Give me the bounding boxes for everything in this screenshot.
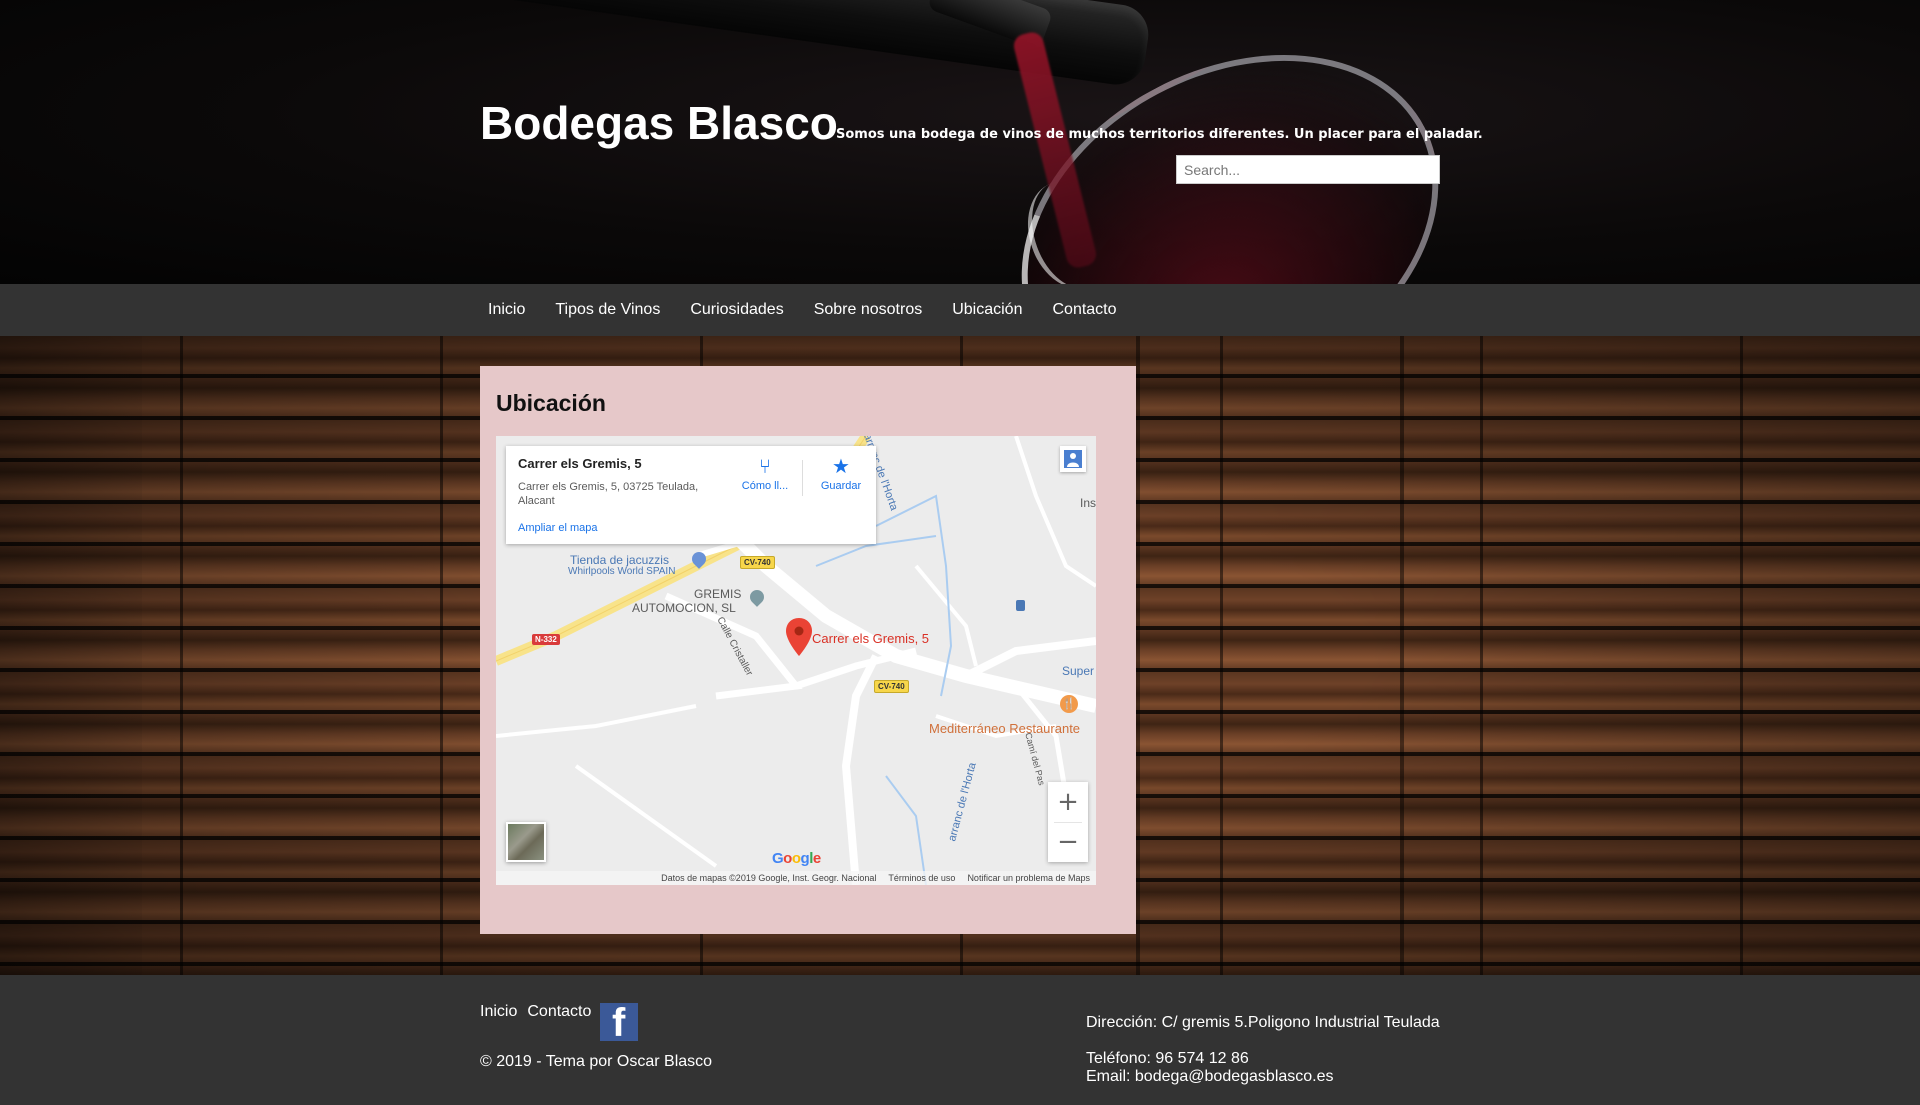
search-input[interactable] [1176, 155, 1440, 184]
map-data-attribution: Datos de mapas ©2019 Google, Inst. Geogr… [661, 873, 877, 883]
google-logo: Google [772, 850, 821, 867]
embedded-map[interactable]: CV-740 CV-740 N-332 Tienda de jacuzzis W… [496, 436, 1096, 885]
satellite-view-button[interactable] [506, 822, 546, 862]
nav-item-curiosidades[interactable]: Curiosidades [675, 301, 798, 319]
info-divider [802, 460, 803, 496]
poi-super[interactable]: Super [1062, 664, 1094, 678]
zoom-out-button[interactable]: − [1048, 822, 1088, 862]
facebook-icon[interactable]: f [600, 1003, 638, 1041]
poi-jacuzzis-sub[interactable]: Whirlpools World SPAIN [568, 566, 675, 577]
site-title[interactable]: Bodegas Blasco [480, 96, 838, 150]
road-badge-cv740: CV-740 [740, 556, 775, 569]
poi-gremis-line2[interactable]: AUTOMOCION, SL [632, 601, 736, 615]
email-text[interactable]: Email: bodega@bodegasblasco.es [1086, 1068, 1440, 1086]
contact-info: Dirección: C/ gremis 5.Poligono Industri… [1086, 1014, 1440, 1086]
main-navigation: Inicio Tipos de Vinos Curiosidades Sobre… [0, 284, 1920, 336]
nav-item-tipos-de-vinos[interactable]: Tipos de Vinos [540, 301, 675, 319]
pegman-icon [1064, 450, 1082, 468]
poi-ins[interactable]: Ins [1080, 496, 1096, 510]
directions-button[interactable]: ⑂ Cómo ll... [730, 454, 800, 492]
zoom-control: + − [1048, 782, 1088, 862]
street-view-button[interactable] [1060, 446, 1086, 472]
directions-label: Cómo ll... [741, 480, 789, 492]
phone-text: Teléfono: 96 574 12 86 [1086, 1050, 1249, 1067]
report-problem-link[interactable]: Notificar un problema de Maps [967, 873, 1090, 883]
footer-links: Inicio Contacto [480, 1003, 591, 1021]
zoom-in-button[interactable]: + [1048, 782, 1088, 822]
site-footer: Inicio Contacto f © 2019 - Tema por Osca… [0, 975, 1920, 1105]
page-title: Ubicación [496, 390, 606, 416]
site-tagline: Somos una bodega de vinos de muchos terr… [836, 127, 1483, 142]
place-address: Carrer els Gremis, 5, 03725 Teulada, Ala… [518, 481, 699, 507]
pin-label[interactable]: Carrer els Gremis, 5 [812, 631, 929, 646]
place-name: Carrer els Gremis, 5 [518, 456, 642, 471]
save-label: Guardar [820, 480, 862, 492]
copyright-text: © 2019 - Tema por Oscar Blasco [480, 1053, 713, 1070]
footer-link-contacto[interactable]: Contacto [527, 1003, 591, 1021]
road-badge-n332: N-332 [532, 634, 560, 645]
content-panel: Ubicación CV-740 CV-740 N-332 Tienda de … [480, 366, 1136, 934]
road-badge-cv740: CV-740 [874, 680, 909, 693]
enlarge-map-link[interactable]: Ampliar el mapa [518, 522, 597, 534]
map-attribution-bar: Datos de mapas ©2019 Google, Inst. Geogr… [496, 871, 1096, 885]
poi-gremis-line1[interactable]: GREMIS [694, 587, 741, 601]
map-pin-icon[interactable] [786, 618, 812, 656]
nav-item-ubicacion[interactable]: Ubicación [937, 301, 1037, 319]
nav-item-inicio[interactable]: Inicio [480, 301, 540, 319]
nav-list: Inicio Tipos de Vinos Curiosidades Sobre… [480, 284, 1132, 336]
restaurant-icon[interactable]: 🍴 [1060, 695, 1078, 713]
poi-restaurant[interactable]: Mediterráneo Restaurante [929, 721, 1080, 736]
terms-link[interactable]: Términos de uso [888, 873, 955, 883]
footer-link-inicio[interactable]: Inicio [480, 1003, 517, 1021]
star-icon: ★ [832, 456, 850, 478]
address-text: Dirección: C/ gremis 5.Poligono Industri… [1086, 1014, 1440, 1031]
nav-item-sobre-nosotros[interactable]: Sobre nosotros [799, 301, 938, 319]
site-header: Bodegas Blasco Somos una bodega de vinos… [0, 0, 1920, 284]
poi-jacuzzis[interactable]: Tienda de jacuzzis [570, 553, 669, 567]
directions-icon: ⑂ [759, 456, 771, 478]
transit-icon [1016, 600, 1025, 611]
place-info-card: Carrer els Gremis, 5 Carrer els Gremis, … [506, 446, 876, 544]
nav-item-contacto[interactable]: Contacto [1037, 301, 1131, 319]
save-button[interactable]: ★ Guardar [806, 454, 876, 492]
